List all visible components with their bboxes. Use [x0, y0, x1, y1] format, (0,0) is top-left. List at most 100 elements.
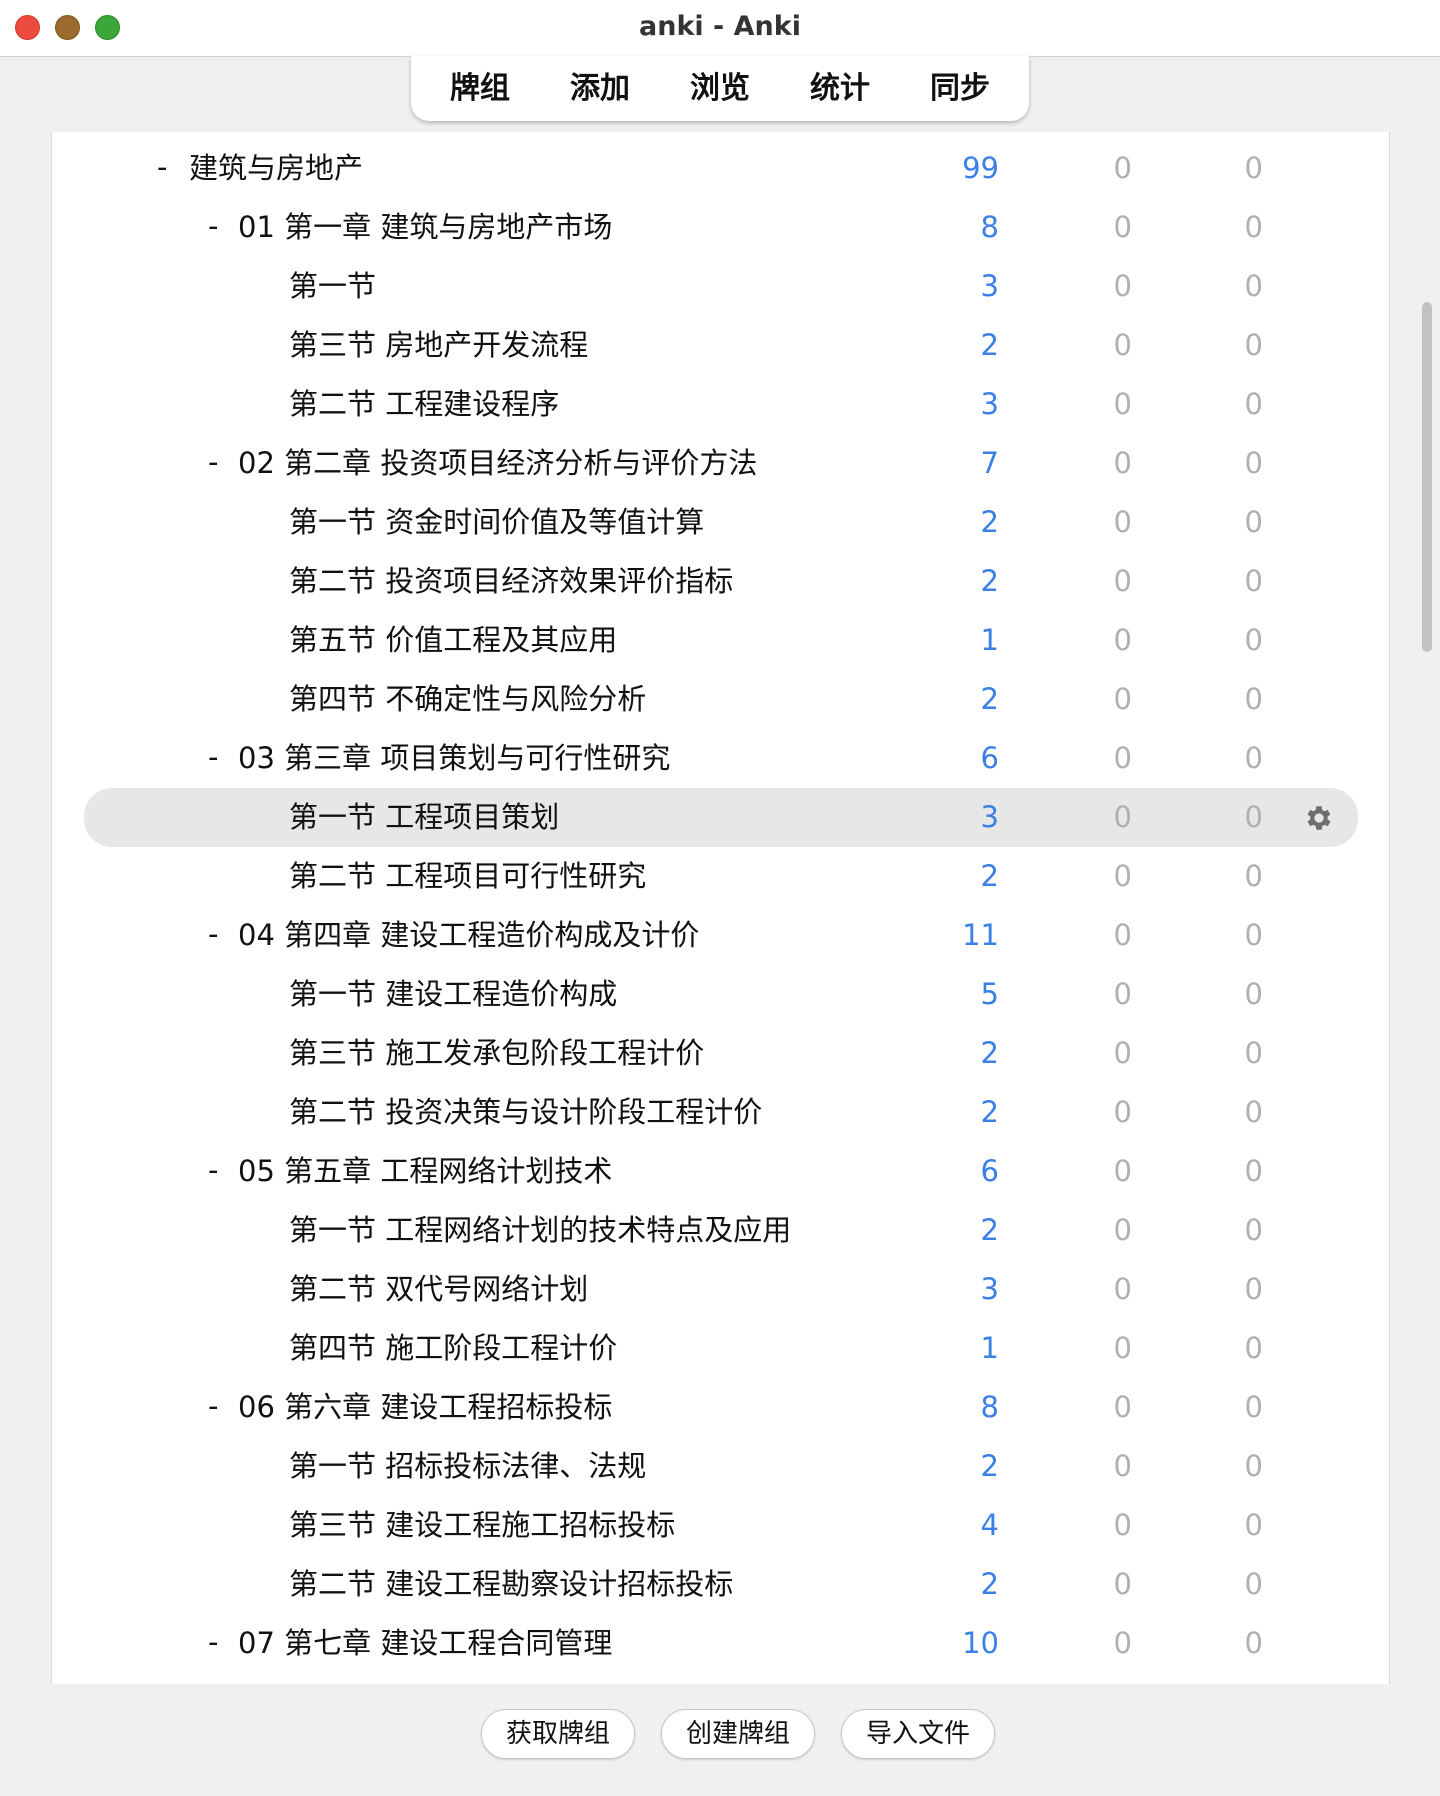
deck-row[interactable]: -07 第七章 建设工程合同管理 10 0 0 — [52, 1614, 1389, 1673]
deck-name[interactable]: 第一节 工程项目策划 — [289, 788, 559, 847]
due-count: 0 — [1244, 151, 1263, 185]
deck-row[interactable]: - 建筑与房地产 99 0 0 — [52, 139, 1389, 198]
deck-name[interactable]: 第一节 建设工程造价构成 — [289, 965, 617, 1024]
learn-count: 0 — [1113, 977, 1132, 1011]
due-count: 0 — [1244, 328, 1263, 362]
learn-count: 0 — [1113, 859, 1132, 893]
toolbar-add[interactable]: 添加 — [540, 56, 660, 121]
due-count: 0 — [1244, 1036, 1263, 1070]
toolbar-stats[interactable]: 统计 — [780, 56, 900, 121]
deck-row[interactable]: 第四节 不确定性与风险分析 2 0 0 — [52, 670, 1389, 729]
new-count: 8 — [980, 1390, 999, 1424]
due-count: 0 — [1244, 1154, 1263, 1188]
import-file-button[interactable]: 导入文件 — [841, 1709, 995, 1759]
deck-name[interactable]: 第三节 房地产开发流程 — [289, 316, 588, 375]
title-bar: anki - Anki — [0, 0, 1440, 57]
deck-name[interactable]: 第一节 招标投标法律、法规 — [289, 1437, 646, 1496]
deck-name[interactable]: 第一节 资金时间价值及等值计算 — [289, 493, 704, 552]
deck-row[interactable]: 第二节 工程建设程序 3 0 0 — [52, 375, 1389, 434]
deck-row[interactable]: 第四节 施工阶段工程计价 1 0 0 — [52, 1319, 1389, 1378]
learn-count: 0 — [1113, 1154, 1132, 1188]
deck-name[interactable]: 建筑与房地产 — [189, 139, 363, 198]
deck-name[interactable]: 第二节 双代号网络计划 — [289, 1260, 588, 1319]
deck-name[interactable]: 第三节 建设工程施工招标投标 — [289, 1496, 675, 1555]
deck-row[interactable]: 第三节 房地产开发流程 2 0 0 — [52, 316, 1389, 375]
new-count: 2 — [980, 1036, 999, 1070]
deck-name[interactable]: 第二节 工程项目可行性研究 — [289, 847, 646, 906]
deck-row[interactable]: -04 第四章 建设工程造价构成及计价 11 0 0 — [52, 906, 1389, 965]
deck-row[interactable]: -01 第一章 建筑与房地产市场 8 0 0 — [52, 198, 1389, 257]
collapse-toggle[interactable]: - — [208, 434, 218, 493]
collapse-toggle[interactable]: - — [208, 198, 218, 257]
gear-icon[interactable] — [1303, 802, 1335, 834]
collapse-toggle[interactable]: - — [208, 729, 218, 788]
deck-name[interactable]: 07 第七章 建设工程合同管理 — [238, 1614, 612, 1673]
toolbar-sync[interactable]: 同步 — [900, 56, 1020, 121]
learn-count: 0 — [1113, 151, 1132, 185]
get-shared-decks-button[interactable]: 获取牌组 — [481, 1709, 635, 1759]
deck-row[interactable]: 第二节 投资项目经济效果评价指标 2 0 0 — [52, 552, 1389, 611]
deck-name[interactable]: 第五节 价值工程及其应用 — [289, 611, 617, 670]
learn-count: 0 — [1113, 1095, 1132, 1129]
deck-name[interactable]: 05 第五章 工程网络计划技术 — [238, 1142, 612, 1201]
deck-row[interactable]: 第二节 工程项目可行性研究 2 0 0 — [52, 847, 1389, 906]
deck-name[interactable]: 03 第三章 项目策划与可行性研究 — [238, 729, 670, 788]
due-count: 0 — [1244, 682, 1263, 716]
deck-row[interactable]: 第一节 招标投标法律、法规 2 0 0 — [52, 1437, 1389, 1496]
deck-row[interactable]: 第一节 建设工程造价构成 5 0 0 — [52, 965, 1389, 1024]
new-count: 3 — [980, 269, 999, 303]
due-count: 0 — [1244, 387, 1263, 421]
deck-row[interactable]: 第一节 资金时间价值及等值计算 2 0 0 — [52, 493, 1389, 552]
deck-name[interactable]: 第二节 建设工程勘察设计招标投标 — [289, 1555, 733, 1614]
learn-count: 0 — [1113, 505, 1132, 539]
deck-row[interactable]: 第二节 投资决策与设计阶段工程计价 2 0 0 — [52, 1083, 1389, 1142]
deck-name[interactable]: 第二节 工程建设程序 — [289, 375, 559, 434]
scrollbar-thumb[interactable] — [1422, 302, 1432, 652]
deck-row[interactable]: -06 第六章 建设工程招标投标 8 0 0 — [52, 1378, 1389, 1437]
collapse-toggle[interactable]: - — [157, 139, 167, 198]
new-count: 13 — [909, 132, 999, 139]
toolbar-browse[interactable]: 浏览 — [660, 56, 780, 121]
create-deck-button[interactable]: 创建牌组 — [661, 1709, 815, 1759]
deck-list-panel: +工商管理1300-建筑与房地产9900-01 第一章 建筑与房地产市场800第… — [51, 132, 1390, 1684]
deck-row[interactable]: 第三节 建设工程施工招标投标 4 0 0 — [52, 1496, 1389, 1555]
deck-name[interactable]: 04 第四章 建设工程造价构成及计价 — [238, 906, 699, 965]
collapse-toggle[interactable]: - — [208, 1614, 218, 1673]
collapse-toggle[interactable]: - — [208, 1378, 218, 1437]
deck-row[interactable]: 第一节 工程网络计划的技术特点及应用 2 0 0 — [52, 1201, 1389, 1260]
deck-row[interactable]: 第三节 施工发承包阶段工程计价 2 0 0 — [52, 1024, 1389, 1083]
deck-name[interactable]: 第三节 施工发承包阶段工程计价 — [289, 1024, 704, 1083]
deck-name[interactable]: 06 第六章 建设工程招标投标 — [238, 1378, 612, 1437]
collapse-toggle[interactable]: - — [208, 1142, 218, 1201]
new-count: 11 — [962, 918, 999, 952]
learn-count: 0 — [1113, 918, 1132, 952]
main-toolbar: 牌组 添加 浏览 统计 同步 — [411, 56, 1029, 121]
collapse-toggle[interactable]: - — [208, 906, 218, 965]
selected-row-highlight — [84, 788, 1358, 847]
deck-name[interactable]: 第二节 投资决策与设计阶段工程计价 — [289, 1083, 762, 1142]
learn-count: 0 — [1113, 328, 1132, 362]
deck-row[interactable]: -02 第二章 投资项目经济分析与评价方法 7 0 0 — [52, 434, 1389, 493]
deck-name[interactable]: 02 第二章 投资项目经济分析与评价方法 — [238, 434, 757, 493]
new-count: 8 — [980, 210, 999, 244]
deck-row[interactable]: + 工商管理 13 0 0 — [52, 132, 1389, 139]
learn-count: 0 — [1113, 1449, 1132, 1483]
learn-count: 0 — [1113, 564, 1132, 598]
learn-count: 0 — [1113, 1331, 1132, 1365]
deck-name[interactable]: 第四节 不确定性与风险分析 — [289, 670, 646, 729]
deck-row[interactable]: 第五节 价值工程及其应用 1 0 0 — [52, 611, 1389, 670]
deck-row[interactable]: 第一节 工程项目策划 3 0 0 — [52, 788, 1389, 847]
deck-row[interactable]: -03 第三章 项目策划与可行性研究 6 0 0 — [52, 729, 1389, 788]
deck-row[interactable]: 第二节 建设工程勘察设计招标投标 2 0 0 — [52, 1555, 1389, 1614]
deck-name[interactable]: 第一节 — [289, 257, 376, 316]
deck-row[interactable]: 第二节 双代号网络计划 3 0 0 — [52, 1260, 1389, 1319]
deck-row[interactable]: 第一节 3 0 0 — [52, 257, 1389, 316]
deck-name[interactable]: 工商管理 — [189, 132, 305, 139]
deck-name[interactable]: 01 第一章 建筑与房地产市场 — [238, 198, 612, 257]
collapse-toggle[interactable]: + — [157, 132, 181, 139]
deck-name[interactable]: 第一节 工程网络计划的技术特点及应用 — [289, 1201, 791, 1260]
deck-name[interactable]: 第二节 投资项目经济效果评价指标 — [289, 552, 733, 611]
deck-name[interactable]: 第四节 施工阶段工程计价 — [289, 1319, 617, 1378]
toolbar-decks[interactable]: 牌组 — [420, 56, 540, 121]
deck-row[interactable]: -05 第五章 工程网络计划技术 6 0 0 — [52, 1142, 1389, 1201]
